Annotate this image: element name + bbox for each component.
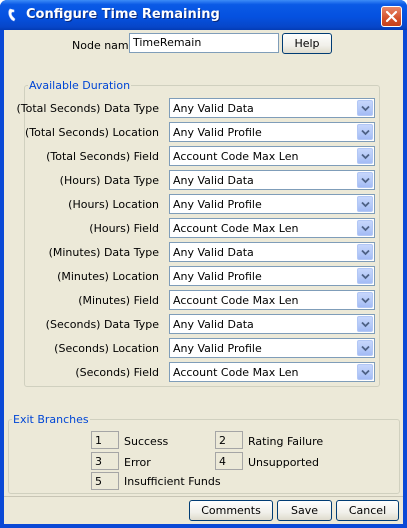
field-dropdown[interactable]: Account Code Max Len xyxy=(169,362,375,382)
dropdown-arrow-button[interactable] xyxy=(357,148,373,164)
dropdown-selected-value: Any Valid Data xyxy=(173,102,254,115)
branch-label-unsupported: Unsupported xyxy=(248,456,320,469)
dropdown-selected-value: Any Valid Data xyxy=(173,318,254,331)
field-label: (Seconds) Field xyxy=(75,366,159,379)
dialog-window: Configure Time Remaining Node name TimeR… xyxy=(0,0,407,528)
dropdown-arrow-button[interactable] xyxy=(357,244,373,260)
dropdown-arrow-button[interactable] xyxy=(357,268,373,284)
dropdown-selected-value: Account Code Max Len xyxy=(173,222,299,235)
branch-label-success: Success xyxy=(124,435,169,448)
branch-label-rating-failure: Rating Failure xyxy=(248,435,324,448)
dropdown-selected-value: Any Valid Profile xyxy=(173,342,262,355)
dropdown-selected-value: Account Code Max Len xyxy=(173,366,299,379)
branch-number-box: 3 xyxy=(91,452,119,470)
exit-branches-title: Exit Branches xyxy=(12,413,90,426)
field-dropdown[interactable]: Any Valid Profile xyxy=(169,122,375,142)
chevron-down-icon xyxy=(361,225,370,232)
field-label: (Minutes) Location xyxy=(57,270,159,283)
field-dropdown[interactable]: Account Code Max Len xyxy=(169,290,375,310)
dropdown-selected-value: Account Code Max Len xyxy=(173,150,299,163)
available-duration-title: Available Duration xyxy=(28,79,132,92)
chevron-down-icon xyxy=(361,345,370,352)
close-button[interactable] xyxy=(381,6,402,27)
save-button[interactable]: Save xyxy=(277,500,332,521)
field-label: (Hours) Location xyxy=(68,198,159,211)
field-dropdown[interactable]: Any Valid Profile xyxy=(169,338,375,358)
chevron-down-icon xyxy=(361,297,370,304)
dropdown-selected-value: Any Valid Data xyxy=(173,174,254,187)
branch-label-insufficient-funds: Insufficient Funds xyxy=(124,475,221,488)
dropdown-selected-value: Any Valid Profile xyxy=(173,126,262,139)
dropdown-arrow-button[interactable] xyxy=(357,172,373,188)
branch-label-error: Error xyxy=(124,456,151,469)
dropdown-arrow-button[interactable] xyxy=(357,100,373,116)
field-label: (Minutes) Field xyxy=(78,294,159,307)
chevron-down-icon xyxy=(361,273,370,280)
dropdown-selected-value: Account Code Max Len xyxy=(173,294,299,307)
dropdown-selected-value: Any Valid Profile xyxy=(173,270,262,283)
dropdown-arrow-button[interactable] xyxy=(357,340,373,356)
footer-divider xyxy=(4,496,403,497)
dropdown-selected-value: Any Valid Profile xyxy=(173,198,262,211)
close-icon xyxy=(385,10,398,23)
dropdown-arrow-button[interactable] xyxy=(357,124,373,140)
node-name-input[interactable]: TimeRemain xyxy=(129,33,279,53)
field-dropdown[interactable]: Account Code Max Len xyxy=(169,146,375,166)
comments-button[interactable]: Comments xyxy=(189,500,273,521)
chevron-down-icon xyxy=(361,105,370,112)
title-bar[interactable]: Configure Time Remaining xyxy=(0,0,407,30)
field-dropdown[interactable]: Any Valid Data xyxy=(169,98,375,118)
field-dropdown[interactable]: Any Valid Data xyxy=(169,314,375,334)
cancel-button[interactable]: Cancel xyxy=(336,500,399,521)
field-label: (Total Seconds) Data Type xyxy=(16,102,159,115)
branch-number-box: 4 xyxy=(215,452,243,470)
chevron-down-icon xyxy=(361,129,370,136)
field-dropdown[interactable]: Any Valid Data xyxy=(169,170,375,190)
branch-number-box: 1 xyxy=(91,431,119,449)
field-label: (Seconds) Location xyxy=(54,342,159,355)
dropdown-arrow-button[interactable] xyxy=(357,364,373,380)
field-dropdown[interactable]: Account Code Max Len xyxy=(169,218,375,238)
field-label: (Minutes) Data Type xyxy=(48,246,159,259)
phone-icon xyxy=(8,8,16,22)
field-label: (Seconds) Data Type xyxy=(45,318,159,331)
field-dropdown[interactable]: Any Valid Data xyxy=(169,242,375,262)
dropdown-arrow-button[interactable] xyxy=(357,292,373,308)
branch-number-box: 5 xyxy=(91,472,119,490)
chevron-down-icon xyxy=(361,201,370,208)
chevron-down-icon xyxy=(361,249,370,256)
chevron-down-icon xyxy=(361,177,370,184)
field-label: (Total Seconds) Field xyxy=(46,150,159,163)
dropdown-arrow-button[interactable] xyxy=(357,196,373,212)
field-label: (Hours) Data Type xyxy=(59,174,159,187)
field-label: (Hours) Field xyxy=(89,222,159,235)
dropdown-selected-value: Any Valid Data xyxy=(173,246,254,259)
field-dropdown[interactable]: Any Valid Profile xyxy=(169,194,375,214)
branch-number-box: 2 xyxy=(215,431,243,449)
dropdown-arrow-button[interactable] xyxy=(357,220,373,236)
dropdown-arrow-button[interactable] xyxy=(357,316,373,332)
chevron-down-icon xyxy=(361,369,370,376)
window-title: Configure Time Remaining xyxy=(26,7,220,22)
chevron-down-icon xyxy=(361,153,370,160)
node-name-label: Node name xyxy=(72,39,136,52)
field-dropdown[interactable]: Any Valid Profile xyxy=(169,266,375,286)
field-label: (Total Seconds) Location xyxy=(24,126,159,139)
help-button[interactable]: Help xyxy=(282,33,332,54)
chevron-down-icon xyxy=(361,321,370,328)
